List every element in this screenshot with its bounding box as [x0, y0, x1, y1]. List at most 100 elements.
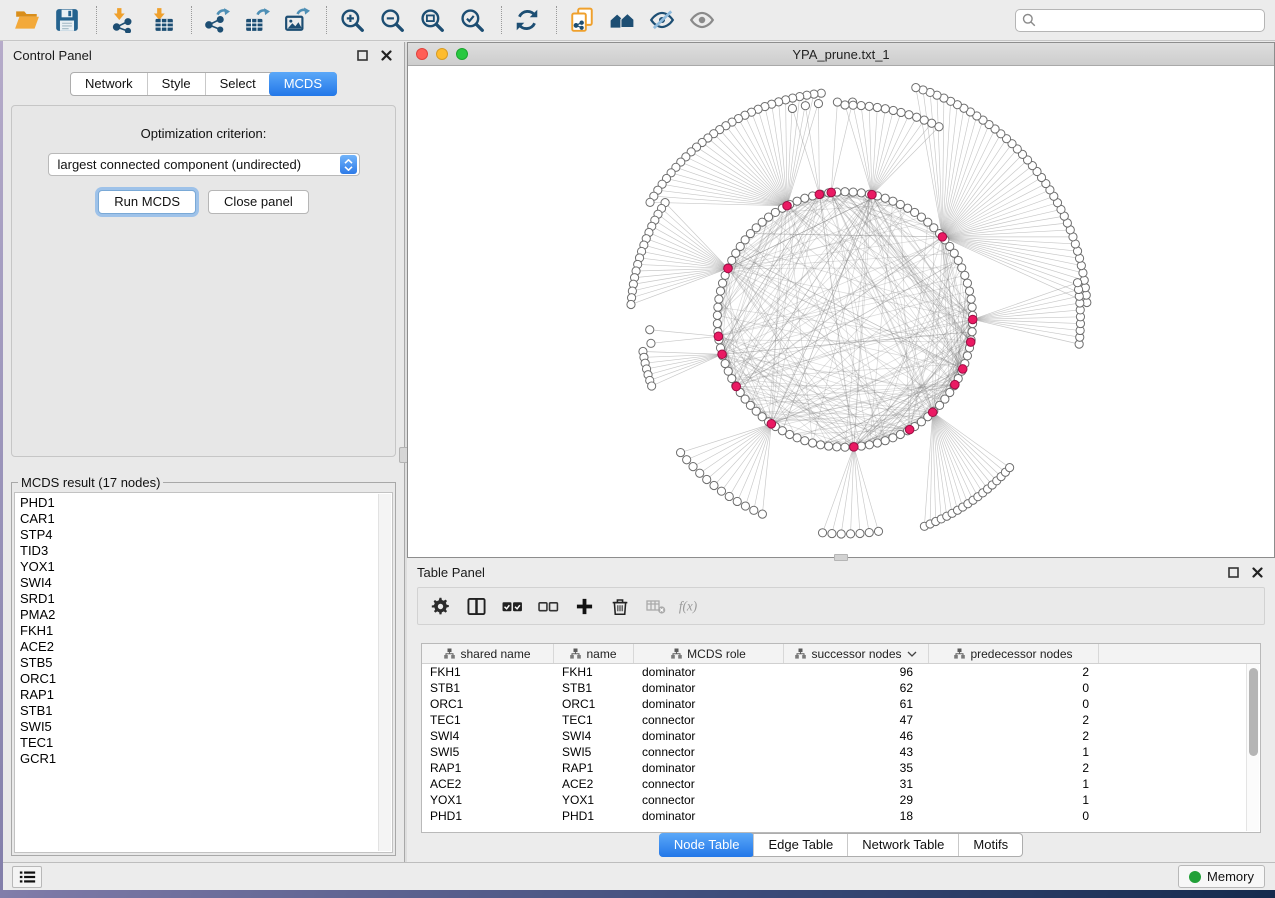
split-view-button[interactable] — [462, 593, 490, 619]
graph-leaf-node[interactable] — [627, 300, 635, 308]
graph-leaf-node[interactable] — [856, 529, 864, 537]
graph-node[interactable] — [963, 352, 971, 360]
network-home-button[interactable] — [607, 6, 637, 34]
zoom-fit-button[interactable] — [417, 6, 447, 34]
graph-node[interactable] — [841, 443, 849, 451]
graph-node[interactable] — [793, 197, 801, 205]
table-row[interactable]: ORC1ORC1dominator610 — [422, 696, 1260, 712]
tab-network-table[interactable]: Network Table — [847, 834, 958, 856]
zoom-selected-button[interactable] — [457, 6, 487, 34]
graph-node[interactable] — [865, 441, 873, 449]
table-row[interactable]: STB1STB1dominator620 — [422, 680, 1260, 696]
float-table-panel-icon[interactable] — [1225, 565, 1241, 579]
graph-leaf-node[interactable] — [865, 528, 873, 536]
tab-motifs[interactable]: Motifs — [958, 834, 1022, 856]
graph-node[interactable] — [793, 434, 801, 442]
graph-leaf-node[interactable] — [703, 475, 711, 483]
graph-node[interactable] — [816, 441, 824, 449]
graph-mcds-node[interactable] — [850, 443, 859, 452]
graph-leaf-node[interactable] — [913, 113, 921, 121]
mcds-result-item[interactable]: TEC1 — [20, 735, 392, 751]
scrollbar-thumb[interactable] — [1249, 668, 1258, 756]
mcds-result-item[interactable]: SWI5 — [20, 719, 392, 735]
graph-mcds-node[interactable] — [714, 332, 723, 341]
graph-node[interactable] — [833, 443, 841, 451]
graph-leaf-node[interactable] — [689, 463, 697, 471]
mcds-result-item[interactable]: CAR1 — [20, 511, 392, 527]
table-row[interactable]: SWI5SWI5connector431 — [422, 744, 1260, 760]
mcds-result-item[interactable]: STP4 — [20, 527, 392, 543]
open-session-button[interactable] — [12, 6, 42, 34]
graph-leaf-node[interactable] — [801, 102, 809, 110]
deselect-all-button[interactable] — [534, 593, 562, 619]
graph-leaf-node[interactable] — [647, 339, 655, 347]
table-row[interactable]: PHD1PHD1dominator180 — [422, 808, 1260, 824]
mcds-result-list[interactable]: PHD1CAR1STP4TID3YOX1SWI4SRD1PMA2FKH1ACE2… — [14, 492, 393, 853]
graph-node[interactable] — [961, 271, 969, 279]
select-all-button[interactable] — [498, 593, 526, 619]
mcds-result-item[interactable]: STB1 — [20, 703, 392, 719]
graph-leaf-node[interactable] — [874, 527, 882, 535]
close-panel-button[interactable]: Close panel — [208, 190, 309, 214]
zoom-in-button[interactable] — [337, 6, 367, 34]
table-row[interactable]: TEC1TEC1connector472 — [422, 712, 1260, 728]
graph-node[interactable] — [713, 319, 721, 327]
graph-node[interactable] — [967, 295, 975, 303]
float-panel-icon[interactable] — [354, 48, 370, 62]
graph-node[interactable] — [881, 437, 889, 445]
graph-leaf-node[interactable] — [710, 481, 718, 489]
create-column-button[interactable] — [570, 593, 598, 619]
table-scrollbar[interactable] — [1246, 664, 1259, 831]
mcds-result-item[interactable]: FKH1 — [20, 623, 392, 639]
graph-node[interactable] — [841, 188, 849, 196]
tab-select[interactable]: Select — [205, 73, 270, 95]
graph-leaf-node[interactable] — [733, 497, 741, 505]
column-header-shared-name[interactable]: shared name — [422, 644, 554, 663]
graph-mcds-node[interactable] — [827, 188, 836, 197]
graph-node[interactable] — [857, 189, 865, 197]
list-scrollbar-track[interactable] — [378, 494, 391, 851]
graph-node[interactable] — [873, 439, 881, 447]
graph-mcds-node[interactable] — [951, 380, 960, 389]
column-header-predecessor-nodes[interactable]: predecessor nodes — [929, 644, 1099, 663]
function-builder-button[interactable]: f(x) — [678, 593, 706, 619]
mcds-result-item[interactable]: STB5 — [20, 655, 392, 671]
graph-leaf-node[interactable] — [920, 116, 928, 124]
mcds-result-item[interactable]: SRD1 — [20, 591, 392, 607]
task-history-button[interactable] — [12, 866, 42, 888]
graph-leaf-node[interactable] — [814, 99, 822, 107]
mcds-result-item[interactable]: GCR1 — [20, 751, 392, 767]
export-network-button[interactable] — [202, 6, 232, 34]
graph-node[interactable] — [713, 311, 721, 319]
graph-leaf-node[interactable] — [897, 108, 905, 116]
graph-leaf-node[interactable] — [837, 530, 845, 538]
close-panel-icon[interactable] — [378, 48, 394, 62]
graph-leaf-node[interactable] — [758, 510, 766, 518]
graph-leaf-node[interactable] — [741, 502, 749, 510]
graph-mcds-node[interactable] — [958, 365, 967, 374]
graph-leaf-node[interactable] — [676, 448, 684, 456]
graph-node[interactable] — [718, 279, 726, 287]
refresh-layout-button[interactable] — [512, 6, 542, 34]
tab-network[interactable]: Network — [71, 73, 147, 95]
graph-node[interactable] — [849, 188, 857, 196]
graph-leaf-node[interactable] — [648, 382, 656, 390]
graph-node[interactable] — [801, 194, 809, 202]
search-input[interactable] — [1040, 13, 1258, 27]
close-table-panel-icon[interactable] — [1249, 565, 1265, 579]
graph-mcds-node[interactable] — [732, 382, 741, 391]
optimization-criterion-select[interactable]: largest connected component (undirected) — [48, 153, 360, 176]
graph-leaf-node[interactable] — [912, 84, 920, 92]
graph-leaf-node[interactable] — [750, 506, 758, 514]
tab-style[interactable]: Style — [147, 73, 205, 95]
table-row[interactable]: YOX1YOX1connector291 — [422, 792, 1260, 808]
mcds-result-item[interactable]: PHD1 — [20, 495, 392, 511]
graph-leaf-node[interactable] — [717, 487, 725, 495]
tab-mcds[interactable]: MCDS — [269, 72, 337, 96]
export-image-button[interactable] — [282, 6, 312, 34]
horizontal-splitter-grip[interactable] — [834, 554, 848, 561]
mcds-result-item[interactable]: SWI4 — [20, 575, 392, 591]
mcds-result-item[interactable]: ACE2 — [20, 639, 392, 655]
graph-node[interactable] — [963, 279, 971, 287]
graph-node[interactable] — [721, 359, 729, 367]
